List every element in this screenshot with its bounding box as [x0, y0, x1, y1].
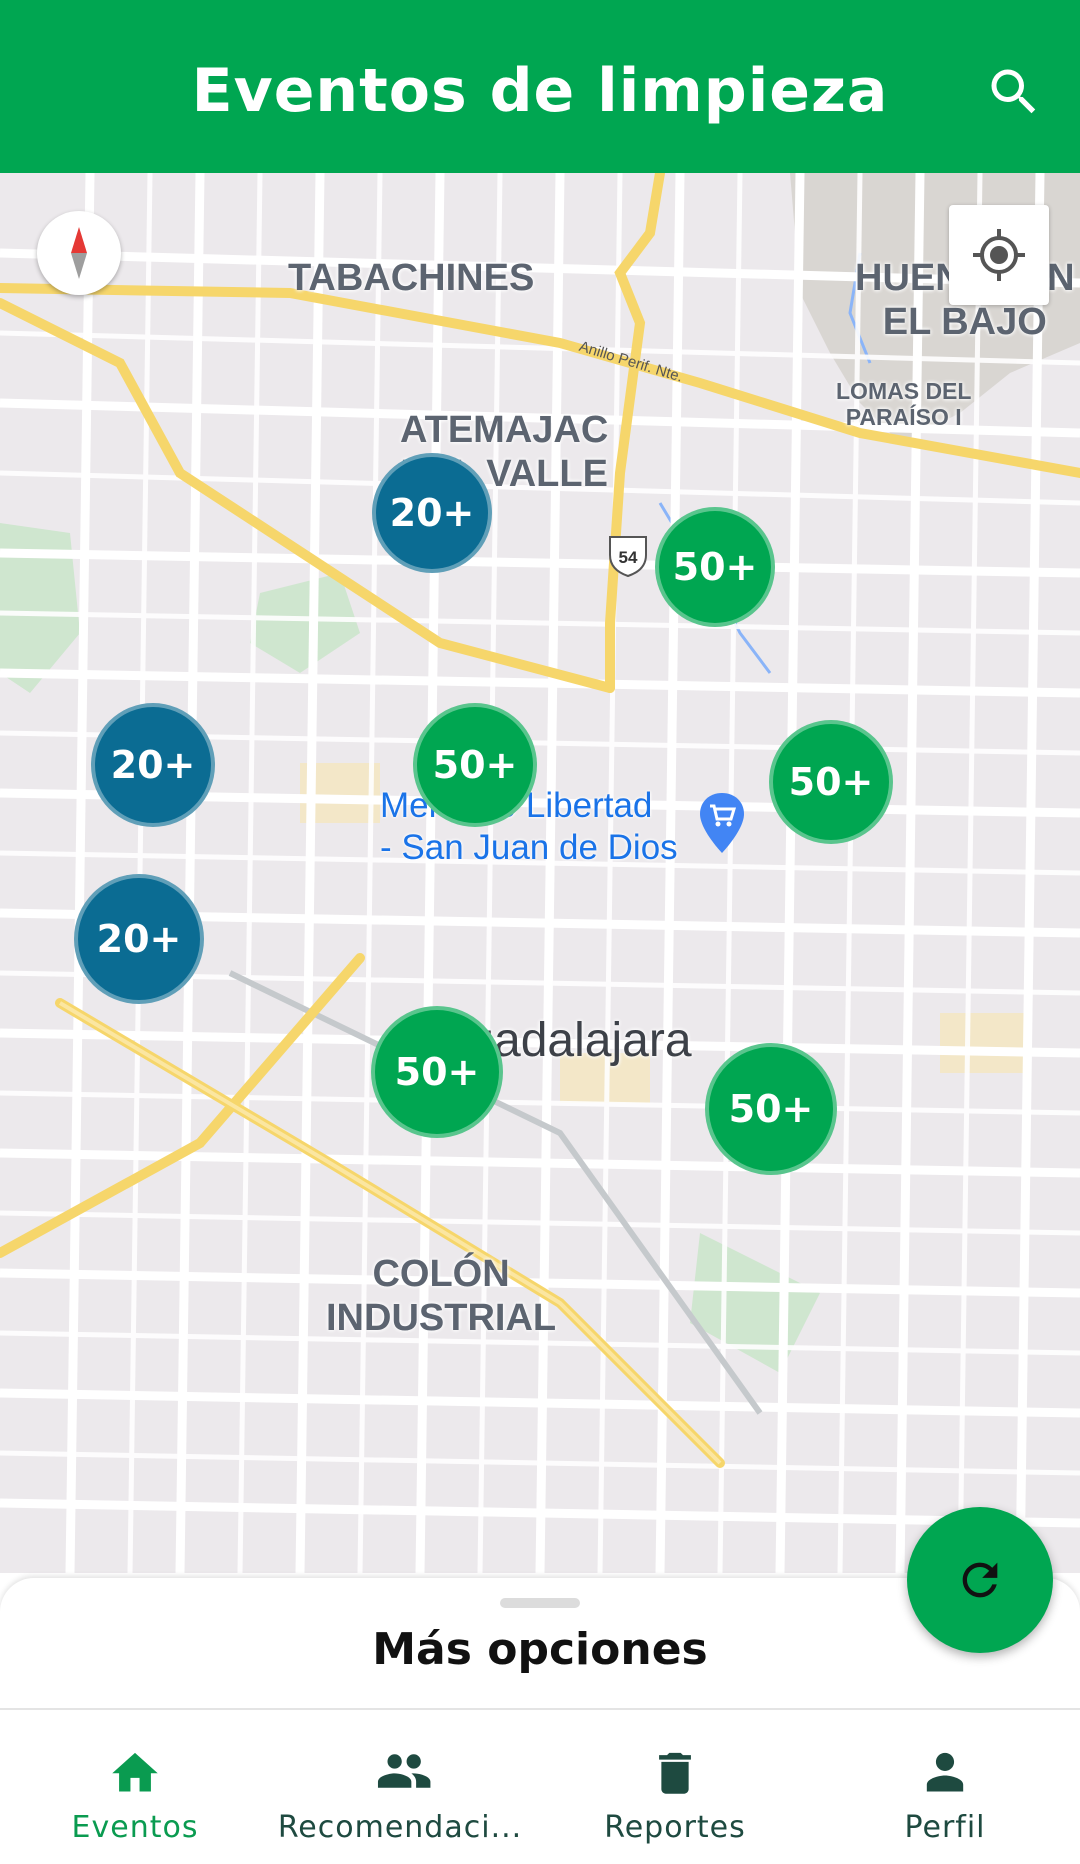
map-label-lomas: LOMAS DEL PARAÍSO I [836, 378, 972, 431]
my-location-icon [973, 229, 1025, 281]
nav-item-perfil[interactable]: Perfil [840, 1710, 1050, 1864]
route-shield: 54 [607, 533, 649, 578]
sheet-title[interactable]: Más opciones [0, 1624, 1080, 1675]
refresh-icon [962, 1562, 998, 1598]
search-icon[interactable] [984, 62, 1044, 122]
event-cluster[interactable]: 20+ [372, 453, 492, 573]
nav-label: Eventos [71, 1810, 199, 1845]
event-cluster[interactable]: 20+ [91, 703, 215, 827]
nav-label: Perfil [904, 1810, 986, 1845]
map-label-colon: COLÓN INDUSTRIAL [326, 1253, 557, 1339]
map-label-tabachines: TABACHINES [288, 257, 535, 299]
event-cluster[interactable]: 50+ [769, 720, 893, 844]
compass-button[interactable] [37, 211, 121, 295]
route-shield-label: 54 [619, 548, 638, 567]
trash-icon [647, 1746, 703, 1796]
nav-label: Reportes [604, 1810, 746, 1845]
event-cluster[interactable]: 50+ [705, 1043, 837, 1175]
bottom-navigation: Eventos Recomendaci... Reportes Perfil [0, 1708, 1080, 1864]
refresh-button[interactable] [907, 1507, 1053, 1653]
nav-item-eventos[interactable]: Eventos [30, 1710, 240, 1864]
nav-item-reportes[interactable]: Reportes [570, 1710, 780, 1864]
home-icon [107, 1746, 163, 1796]
event-cluster[interactable]: 50+ [371, 1006, 503, 1138]
map-view[interactable]: TABACHINES HUENTITÁN EL BAJO LOMAS DEL P… [0, 173, 1080, 1573]
group-icon [372, 1746, 431, 1796]
page-title: Eventos de limpieza [191, 56, 889, 126]
event-cluster[interactable]: 50+ [655, 507, 775, 627]
event-cluster[interactable]: 50+ [413, 703, 537, 827]
my-location-button[interactable] [949, 205, 1049, 305]
event-cluster[interactable]: 20+ [74, 874, 204, 1004]
drag-handle[interactable] [500, 1598, 580, 1608]
compass-icon [71, 227, 87, 279]
person-icon [917, 1746, 973, 1796]
app-header: Eventos de limpieza [0, 0, 1080, 173]
shopping-cart-icon[interactable] [697, 791, 747, 855]
nav-label: Recomendaci... [277, 1810, 523, 1845]
nav-item-recomendaciones[interactable]: Recomendaci... [260, 1710, 540, 1864]
